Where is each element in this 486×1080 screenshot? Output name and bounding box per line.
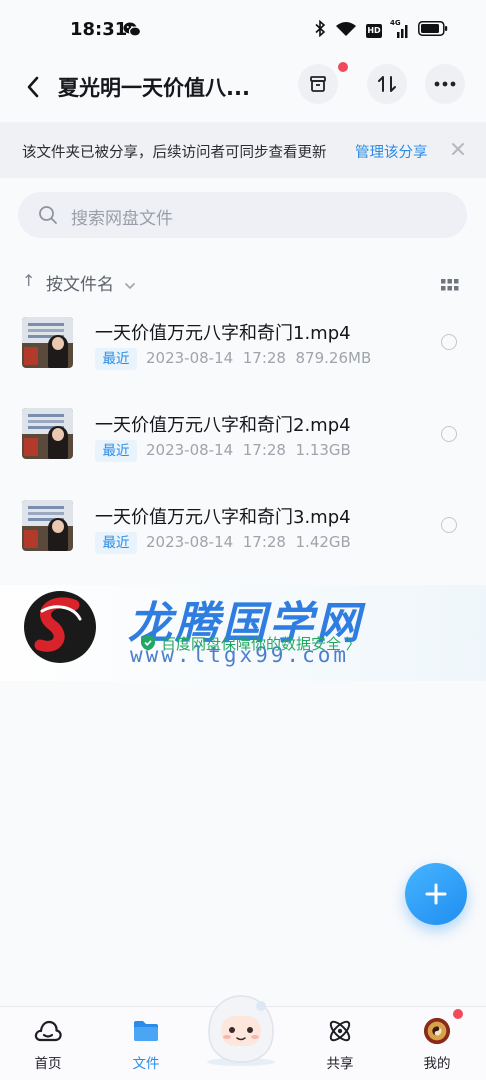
- file-time: 17:28: [242, 349, 286, 367]
- select-checkbox[interactable]: [441, 426, 457, 442]
- data-security-text: 百度网盘保障你的数据安全 〉: [161, 635, 361, 653]
- hd-icon: HD: [366, 23, 382, 38]
- status-time: 18:31: [70, 19, 128, 40]
- search-placeholder: 搜索网盘文件: [71, 209, 173, 229]
- tab-me[interactable]: 我的: [397, 1007, 477, 1080]
- wifi-icon: [335, 21, 357, 41]
- close-banner-button[interactable]: [448, 139, 468, 159]
- home-cloud-icon: [34, 1017, 62, 1045]
- file-meta: 2023-08-14 17:28 1.13GB: [146, 441, 351, 459]
- file-size: 879.26MB: [295, 349, 372, 367]
- battery-icon: [418, 21, 448, 40]
- more-icon: [434, 81, 456, 87]
- watermark-overlay: 龙腾国学网 www.ltgx99.com 百度网盘保障你的数据安全 〉: [0, 585, 486, 681]
- file-row[interactable]: 一天价值万元八字和奇门3.mp4 最近 2023-08-14 17:28 1.4…: [0, 484, 486, 576]
- recent-tag: 最近: [95, 532, 137, 554]
- close-icon: [452, 143, 464, 155]
- mascot-button[interactable]: [199, 992, 283, 1066]
- file-row[interactable]: 一天价值万元八字和奇门2.mp4 最近 2023-08-14 17:28 1.1…: [0, 392, 486, 484]
- file-size: 1.42GB: [295, 533, 351, 551]
- archive-button[interactable]: [298, 62, 348, 104]
- search-icon: [38, 205, 58, 229]
- tab-label: 首页: [34, 1056, 62, 1072]
- file-name: 一天价值万元八字和奇门1.mp4: [95, 323, 351, 344]
- file-time: 17:28: [242, 441, 286, 459]
- more-button[interactable]: [425, 64, 465, 104]
- sort-transfer-button[interactable]: [367, 64, 407, 104]
- select-checkbox[interactable]: [441, 334, 457, 350]
- recent-tag: 最近: [95, 440, 137, 462]
- notification-dot: [453, 1009, 463, 1019]
- share-banner-text: 该文件夹已被分享，后续访问者可同步查看更新: [22, 145, 327, 161]
- archive-icon: [310, 76, 326, 92]
- sort-row: ↑ 按文件名: [22, 268, 466, 296]
- video-thumbnail: [22, 500, 73, 551]
- file-time: 17:28: [242, 533, 286, 551]
- bluetooth-icon: [315, 19, 326, 41]
- video-thumbnail: [22, 408, 73, 459]
- file-name: 一天价值万元八字和奇门2.mp4: [95, 415, 351, 436]
- page-title: 夏光明一天价值八...: [58, 76, 250, 100]
- status-bar: 18:31 HD 4G: [0, 0, 486, 58]
- recent-tag: 最近: [95, 348, 137, 370]
- back-button[interactable]: [18, 72, 48, 102]
- chevron-down-icon[interactable]: [124, 275, 136, 294]
- tab-label: 文件: [132, 1056, 160, 1072]
- file-date: 2023-08-14: [146, 441, 234, 459]
- file-date: 2023-08-14: [146, 533, 234, 551]
- search-input[interactable]: 搜索网盘文件: [18, 192, 467, 238]
- wechat-icon: [123, 22, 142, 41]
- notification-dot: [338, 62, 348, 72]
- grid-view-icon[interactable]: [441, 276, 459, 295]
- sort-direction-icon[interactable]: ↑: [22, 271, 35, 290]
- share-atom-icon: [326, 1017, 354, 1045]
- data-security-link[interactable]: 百度网盘保障你的数据安全 〉: [140, 633, 361, 654]
- avatar-icon: [423, 1017, 451, 1045]
- back-icon: [27, 76, 39, 98]
- folder-icon: [132, 1017, 160, 1045]
- sort-by-filename[interactable]: 按文件名: [46, 270, 114, 295]
- astronaut-mascot-icon: [207, 995, 275, 1066]
- tab-share[interactable]: 共享: [300, 1007, 380, 1080]
- file-row[interactable]: 一天价值万元八字和奇门1.mp4 最近 2023-08-14 17:28 879…: [0, 300, 486, 392]
- nav-bar: 夏光明一天价值八...: [0, 58, 486, 122]
- tab-files[interactable]: 文件: [106, 1007, 186, 1080]
- share-banner: 该文件夹已被分享，后续访问者可同步查看更新 管理该分享: [0, 122, 486, 178]
- dragon-logo-icon: [22, 589, 100, 669]
- tab-label: 共享: [326, 1056, 354, 1072]
- add-button[interactable]: [405, 863, 467, 925]
- tab-home[interactable]: 首页: [8, 1007, 88, 1080]
- select-checkbox[interactable]: [441, 517, 457, 533]
- video-thumbnail: [22, 317, 73, 368]
- tab-label: 我的: [423, 1056, 451, 1072]
- file-meta: 2023-08-14 17:28 1.42GB: [146, 533, 351, 551]
- file-date: 2023-08-14: [146, 349, 234, 367]
- manage-share-link[interactable]: 管理该分享: [355, 141, 428, 162]
- file-size: 1.13GB: [295, 441, 351, 459]
- plus-icon: [425, 883, 447, 905]
- sort-transfer-icon: [378, 76, 396, 92]
- shield-icon: [140, 634, 156, 655]
- file-name: 一天价值万元八字和奇门3.mp4: [95, 507, 351, 528]
- signal-4g-icon: 4G: [390, 19, 409, 39]
- file-meta: 2023-08-14 17:28 879.26MB: [146, 349, 371, 367]
